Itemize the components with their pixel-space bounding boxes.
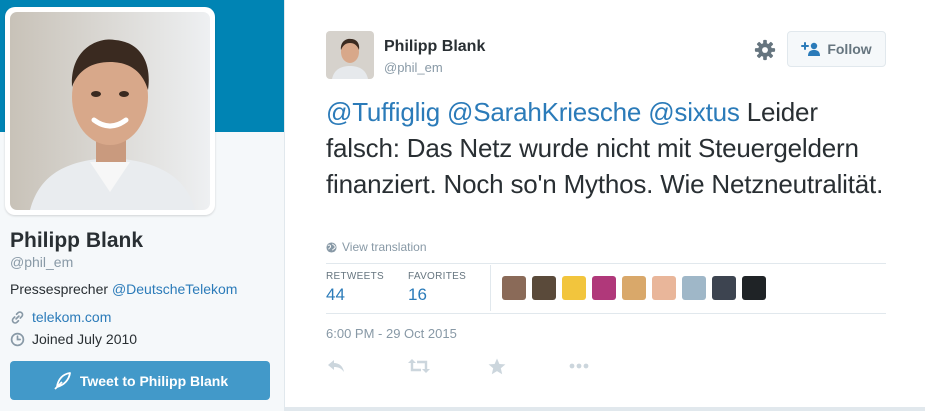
divider [326,263,886,264]
profile-joined-text: Joined July 2010 [32,331,138,347]
retweets-label: RETWEETS [326,271,384,282]
follow-label: Follow [827,41,872,57]
user-avatar[interactable] [592,276,616,300]
profile-url-link[interactable]: telekom.com [32,309,111,325]
tweet-to-label: Tweet to Philipp Blank [79,372,229,389]
clock-icon [10,332,25,346]
user-avatar[interactable] [712,276,736,300]
profile-name[interactable]: Philipp Blank [10,229,143,253]
reply-icon[interactable] [326,358,346,374]
card-bottom-border [285,407,925,411]
view-translation-link[interactable]: View translation [326,240,427,254]
bio-text: Pressesprecher [10,281,112,297]
link-icon [11,310,24,324]
profile-joined-row: Joined July 2010 [10,331,137,347]
retweets-count: 44 [326,285,345,304]
user-avatar[interactable] [502,276,526,300]
mention-link[interactable]: @sixtus [648,97,740,127]
profile-sidebar: Philipp Blank @phil_em Pressesprecher @D… [0,0,284,411]
star-icon[interactable] [488,358,506,375]
simpsons-avatar[interactable] [562,276,586,300]
author-avatar[interactable] [326,31,374,79]
follow-button[interactable]: Follow [787,31,886,67]
quill-icon [54,371,71,390]
tweet-to-button[interactable]: Tweet to Philipp Blank [10,361,270,400]
profile-avatar[interactable] [5,7,215,215]
user-avatar[interactable] [742,276,766,300]
author-name[interactable]: Philipp Blank [384,38,485,56]
tweet-card: Philipp Blank @phil_em Follow @Tuffiglig… [284,0,925,411]
profile-handle: @phil_em [10,254,74,270]
profile-photo [10,12,210,210]
tweet-text: @Tuffiglig @SarahKriesche @sixtus Leider… [326,94,896,202]
user-avatar[interactable] [652,276,676,300]
user-avatar[interactable] [532,276,556,300]
robot-avatar[interactable] [682,276,706,300]
retweet-icon[interactable] [407,358,431,374]
gear-icon[interactable] [754,39,776,61]
bio-mention-link[interactable]: @DeutscheTelekom [112,281,238,297]
tweet-timestamp[interactable]: 6:00 PM - 29 Oct 2015 [326,326,457,341]
globe-icon [326,241,337,253]
view-translation-label: View translation [342,240,427,254]
favorites-stat[interactable]: FAVORITES 16 [408,271,466,305]
stat-separator [490,265,491,311]
favoriter-avatars [502,276,766,300]
profile-url-row: telekom.com [10,309,111,325]
retweets-stat[interactable]: RETWEETS 44 [326,271,384,305]
mention-link[interactable]: @Tuffiglig [326,97,440,127]
author-handle: @phil_em [384,60,443,75]
favorites-count: 16 [408,285,427,304]
add-user-icon [801,42,821,56]
mention-link[interactable]: @SarahKriesche [447,97,641,127]
tweet-actions [326,356,650,376]
favorites-label: FAVORITES [408,271,467,282]
more-options-icon[interactable] [569,363,589,369]
divider [326,313,886,314]
profile-bio: Pressesprecher @DeutscheTelekom [10,281,237,297]
user-avatar[interactable] [622,276,646,300]
